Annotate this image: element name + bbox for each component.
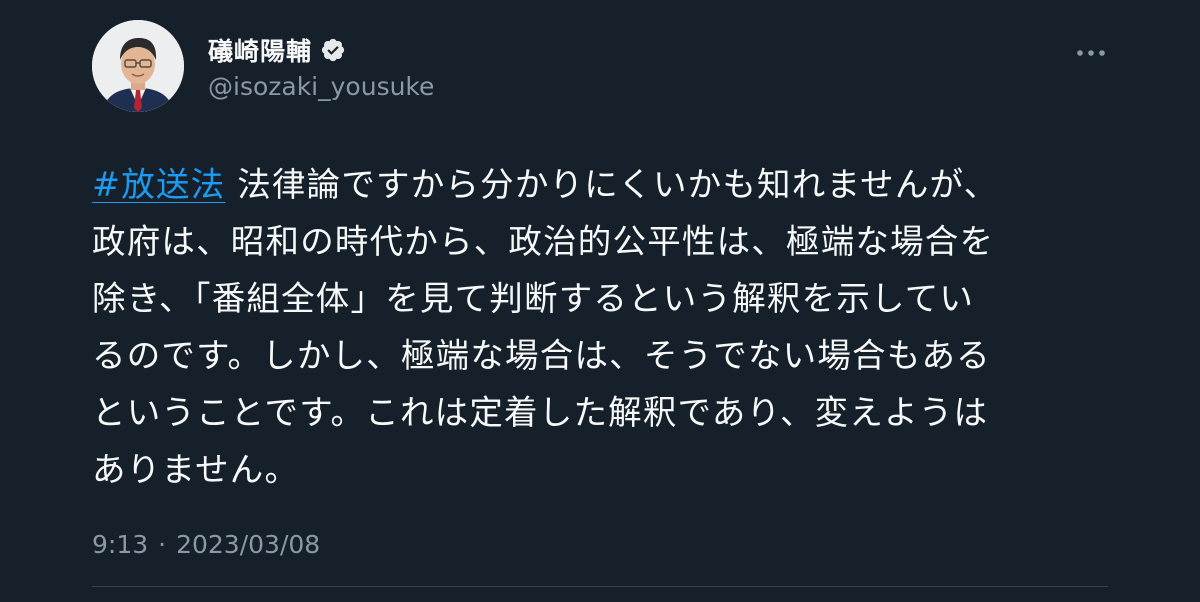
tweet-timestamp[interactable]: 9:13 · 2023/03/08 [92, 530, 320, 559]
tweet-line-5: ということです。これは定着した解釈であり、変えようは [92, 393, 989, 432]
tweet-time: 9:13 [92, 530, 149, 559]
tweet-line-4: るのです。しかし、極端な場合は、そうでない場合もある [92, 336, 991, 375]
more-options-icon[interactable] [1074, 40, 1108, 66]
avatar[interactable] [92, 20, 184, 112]
tweet-line-2: 政府は、昭和の時代から、政治的公平性は、極端な場合を [92, 222, 995, 261]
author-name-row: 礒崎陽輔 [208, 34, 434, 66]
tweet-card: 礒崎陽輔 @isozaki_yousuke #放送法 法律論ですから分かりにくい… [0, 0, 1200, 602]
tweet-line-6: ありません。 [92, 450, 300, 489]
divider [92, 586, 1108, 587]
tweet-date: 2023/03/08 [176, 530, 321, 559]
meta-separator: · [158, 530, 167, 559]
tweet-line-1: #放送法 法律論ですから分かりにくいかも知れませんが、 [92, 156, 1122, 213]
avatar-image [92, 20, 184, 112]
author-block: 礒崎陽輔 @isozaki_yousuke [208, 34, 434, 101]
tweet-line-text: 法律論ですから分かりにくいかも知れませんが、 [225, 165, 999, 204]
hashtag-link[interactable]: #放送法 [92, 165, 225, 204]
author-handle[interactable]: @isozaki_yousuke [208, 72, 434, 101]
verified-badge-icon [320, 37, 346, 63]
author-display-name[interactable]: 礒崎陽輔 [208, 32, 312, 68]
tweet-line-3: 除き、「番組全体」を見て判断するという解釈を示してい [92, 279, 975, 318]
tweet-text: #放送法 法律論ですから分かりにくいかも知れませんが、 政府は、昭和の時代から、… [92, 156, 1122, 498]
